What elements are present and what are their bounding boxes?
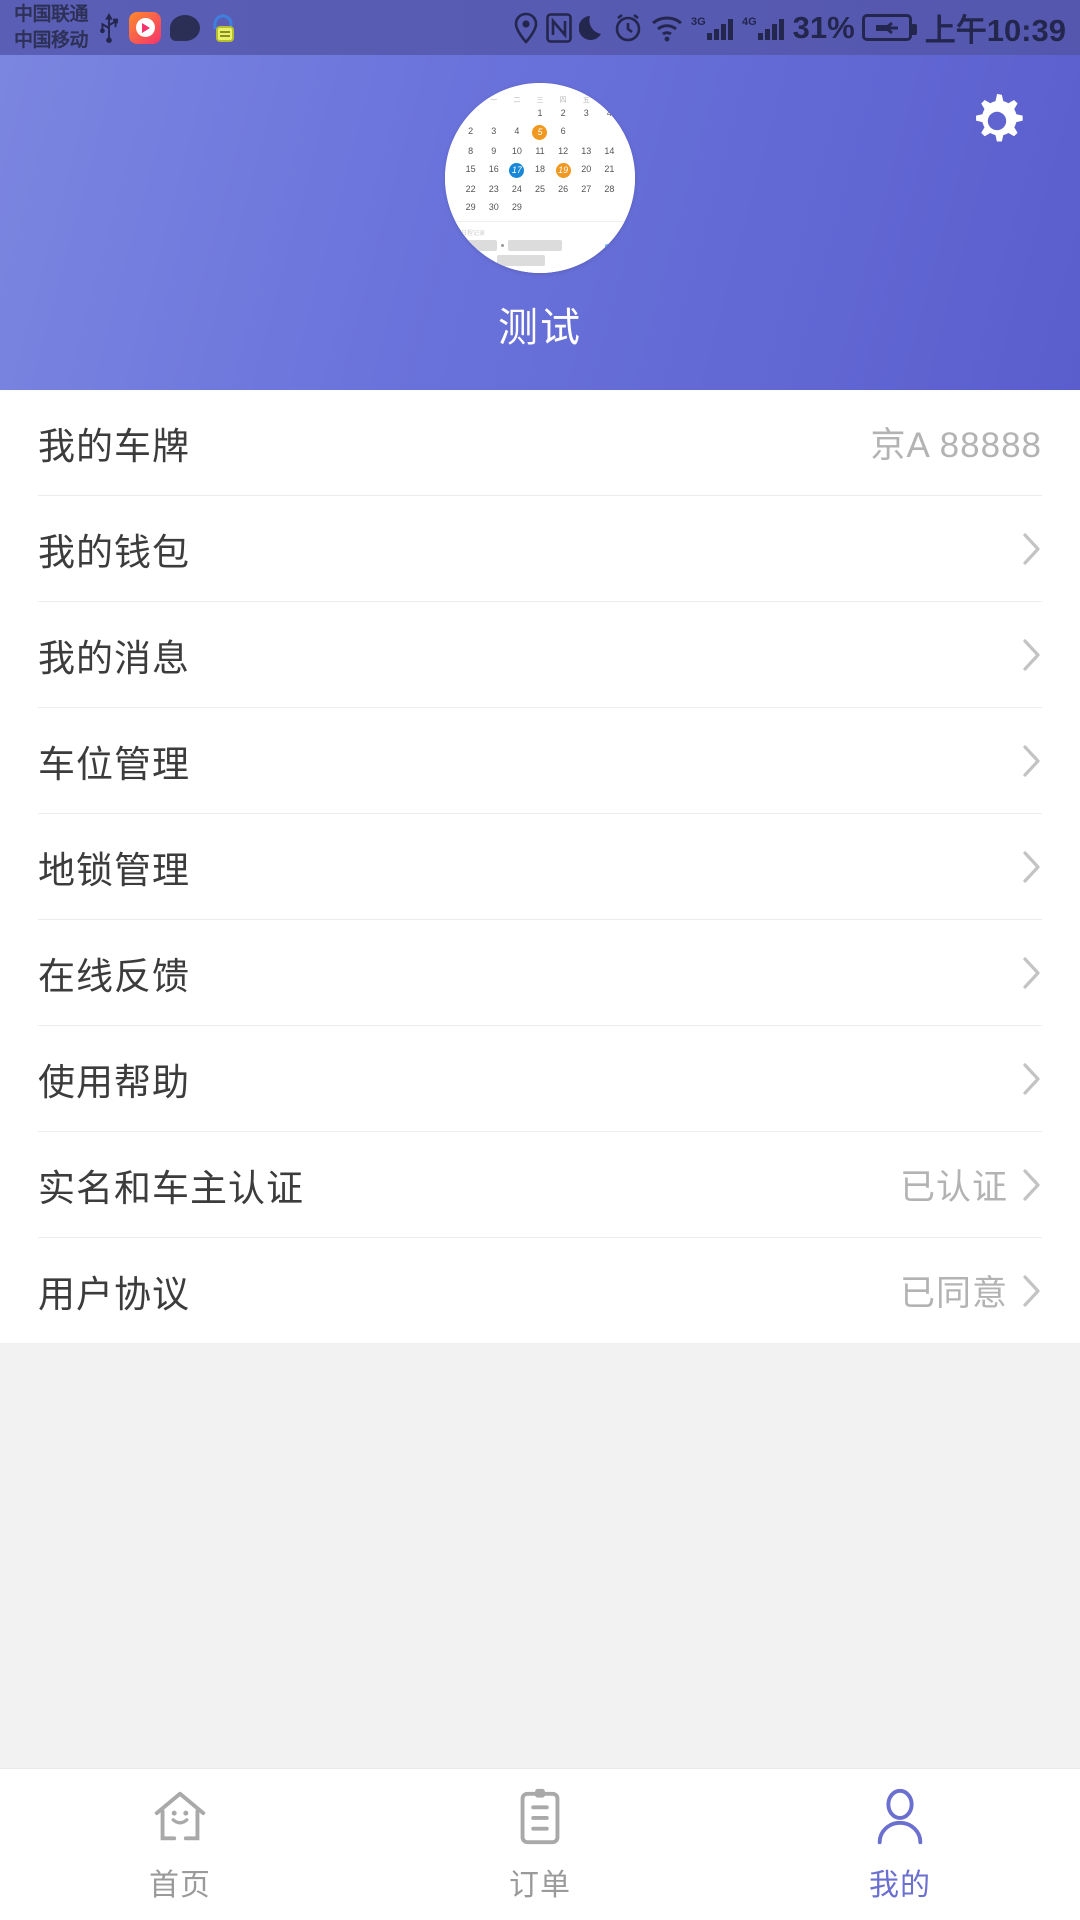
chevron-right-icon — [1023, 956, 1040, 989]
menu-item-online-feedback[interactable]: 在线反馈 — [0, 920, 1080, 1025]
calendar-grid: 1234 234 56 8 9 10 11 12 13 14 15 16 17 18 19 20 21… — [465, 108, 615, 212]
status-bar-right-icons: 3G 4G 31% 上午10:39 — [513, 5, 1066, 50]
avatar-calendar-image: 日一二三 四五六 1234 234 56 8 9 10 11 12 13 14 15 16 17… — [445, 83, 635, 273]
carrier-secondary: 中国移动 — [14, 29, 89, 51]
chevron-right-icon — [1023, 850, 1040, 883]
menu-item-value: 京A 88888 — [870, 426, 1042, 465]
chevron-right-icon — [1023, 744, 1040, 777]
menu-item-label: 我的车牌 — [38, 425, 190, 467]
username: 测试 — [498, 306, 582, 350]
tab-profile[interactable]: 我的 — [720, 1786, 1080, 1904]
tab-label: 首页 — [149, 1868, 211, 1902]
tab-orders[interactable]: 订单 — [360, 1786, 720, 1904]
chat-bubble-icon — [170, 14, 201, 41]
moon-icon — [578, 13, 606, 43]
signal-4g-icon: 4G — [742, 13, 786, 43]
signal-3g-icon: 3G — [691, 13, 735, 43]
chevron-right-icon — [1023, 1168, 1040, 1201]
menu-list: 我的车牌 京A 88888 我的钱包 我的消息 车位管理 地锁管理 在线反馈 使… — [0, 390, 1080, 1343]
menu-item-label: 车位管理 — [38, 743, 190, 785]
lock-message-icon — [209, 13, 237, 43]
menu-item-messages[interactable]: 我的消息 — [0, 602, 1080, 707]
location-icon — [513, 12, 539, 44]
calendar-footer: 日程记录 — [445, 221, 635, 273]
menu-item-label: 地锁管理 — [38, 849, 190, 891]
tab-label: 订单 — [509, 1868, 571, 1902]
menu-item-wallet[interactable]: 我的钱包 — [0, 496, 1080, 601]
status-bar-clock: 上午10:39 — [924, 13, 1066, 48]
chevron-right-icon — [1023, 532, 1040, 565]
menu-item-identity-verification[interactable]: 实名和车主认证 已认证 — [0, 1132, 1080, 1237]
content-spacer — [0, 1343, 1080, 1503]
nfc-icon — [545, 12, 572, 43]
menu-item-value: 已认证 — [899, 1168, 1008, 1207]
tab-label: 我的 — [869, 1868, 931, 1902]
tab-home[interactable]: 首页 — [0, 1786, 360, 1904]
battery-percent: 31% — [792, 9, 855, 45]
battery-charging-icon — [861, 14, 917, 41]
chevron-right-icon — [1023, 1062, 1040, 1095]
menu-item-label: 我的消息 — [38, 637, 190, 679]
carrier-labels: 中国联通 中国移动 — [14, 2, 89, 54]
menu-item-label: 用户协议 — [38, 1273, 190, 1315]
carrier-primary: 中国联通 — [14, 3, 89, 25]
menu-item-label: 使用帮助 — [38, 1061, 190, 1103]
bottom-tab-bar: 首页 订单 我的 — [0, 1768, 1080, 1920]
menu-item-label: 我的钱包 — [38, 531, 190, 573]
menu-item-parking-space-management[interactable]: 车位管理 — [0, 708, 1080, 813]
profile-header: 日一二三 四五六 1234 234 56 8 9 10 11 12 13 14 15 16 17… — [0, 55, 1080, 390]
alarm-icon — [613, 13, 643, 43]
home-icon — [154, 1791, 206, 1840]
menu-item-help[interactable]: 使用帮助 — [0, 1026, 1080, 1131]
svg-text:4G: 4G — [742, 16, 757, 28]
usb-icon — [98, 12, 120, 43]
menu-item-user-agreement[interactable]: 用户协议 已同意 — [0, 1238, 1080, 1343]
phone-screen: 中国联通 中国移动 3G 4G 31% 上午10:39 日 一 二 三 四 五 … — [0, 0, 1080, 1920]
status-bar-left-icons — [98, 11, 237, 44]
menu-item-label: 在线反馈 — [38, 955, 190, 997]
person-icon — [877, 1788, 923, 1844]
chevron-right-icon — [1023, 1274, 1040, 1307]
avatar[interactable]: 日一二三 四五六 1234 234 56 8 9 10 11 12 13 14 15 16 17… — [445, 83, 635, 273]
wifi-icon — [650, 14, 684, 42]
menu-item-lock-management[interactable]: 地锁管理 — [0, 814, 1080, 919]
status-bar: 中国联通 中国移动 3G 4G 31% 上午10:39 — [0, 0, 1080, 55]
svg-text:3G: 3G — [691, 16, 706, 28]
menu-item-license-plate[interactable]: 我的车牌 京A 88888 — [0, 390, 1080, 495]
menu-item-label: 实名和车主认证 — [38, 1167, 304, 1209]
chevron-right-icon — [1023, 638, 1040, 671]
menu-item-value: 已同意 — [899, 1274, 1008, 1313]
media-app-icon — [129, 11, 162, 44]
clipboard-icon — [520, 1788, 560, 1844]
calendar-weekday-headers: 日一二三 四五六 — [467, 97, 613, 104]
gear-icon[interactable] — [966, 90, 1028, 152]
